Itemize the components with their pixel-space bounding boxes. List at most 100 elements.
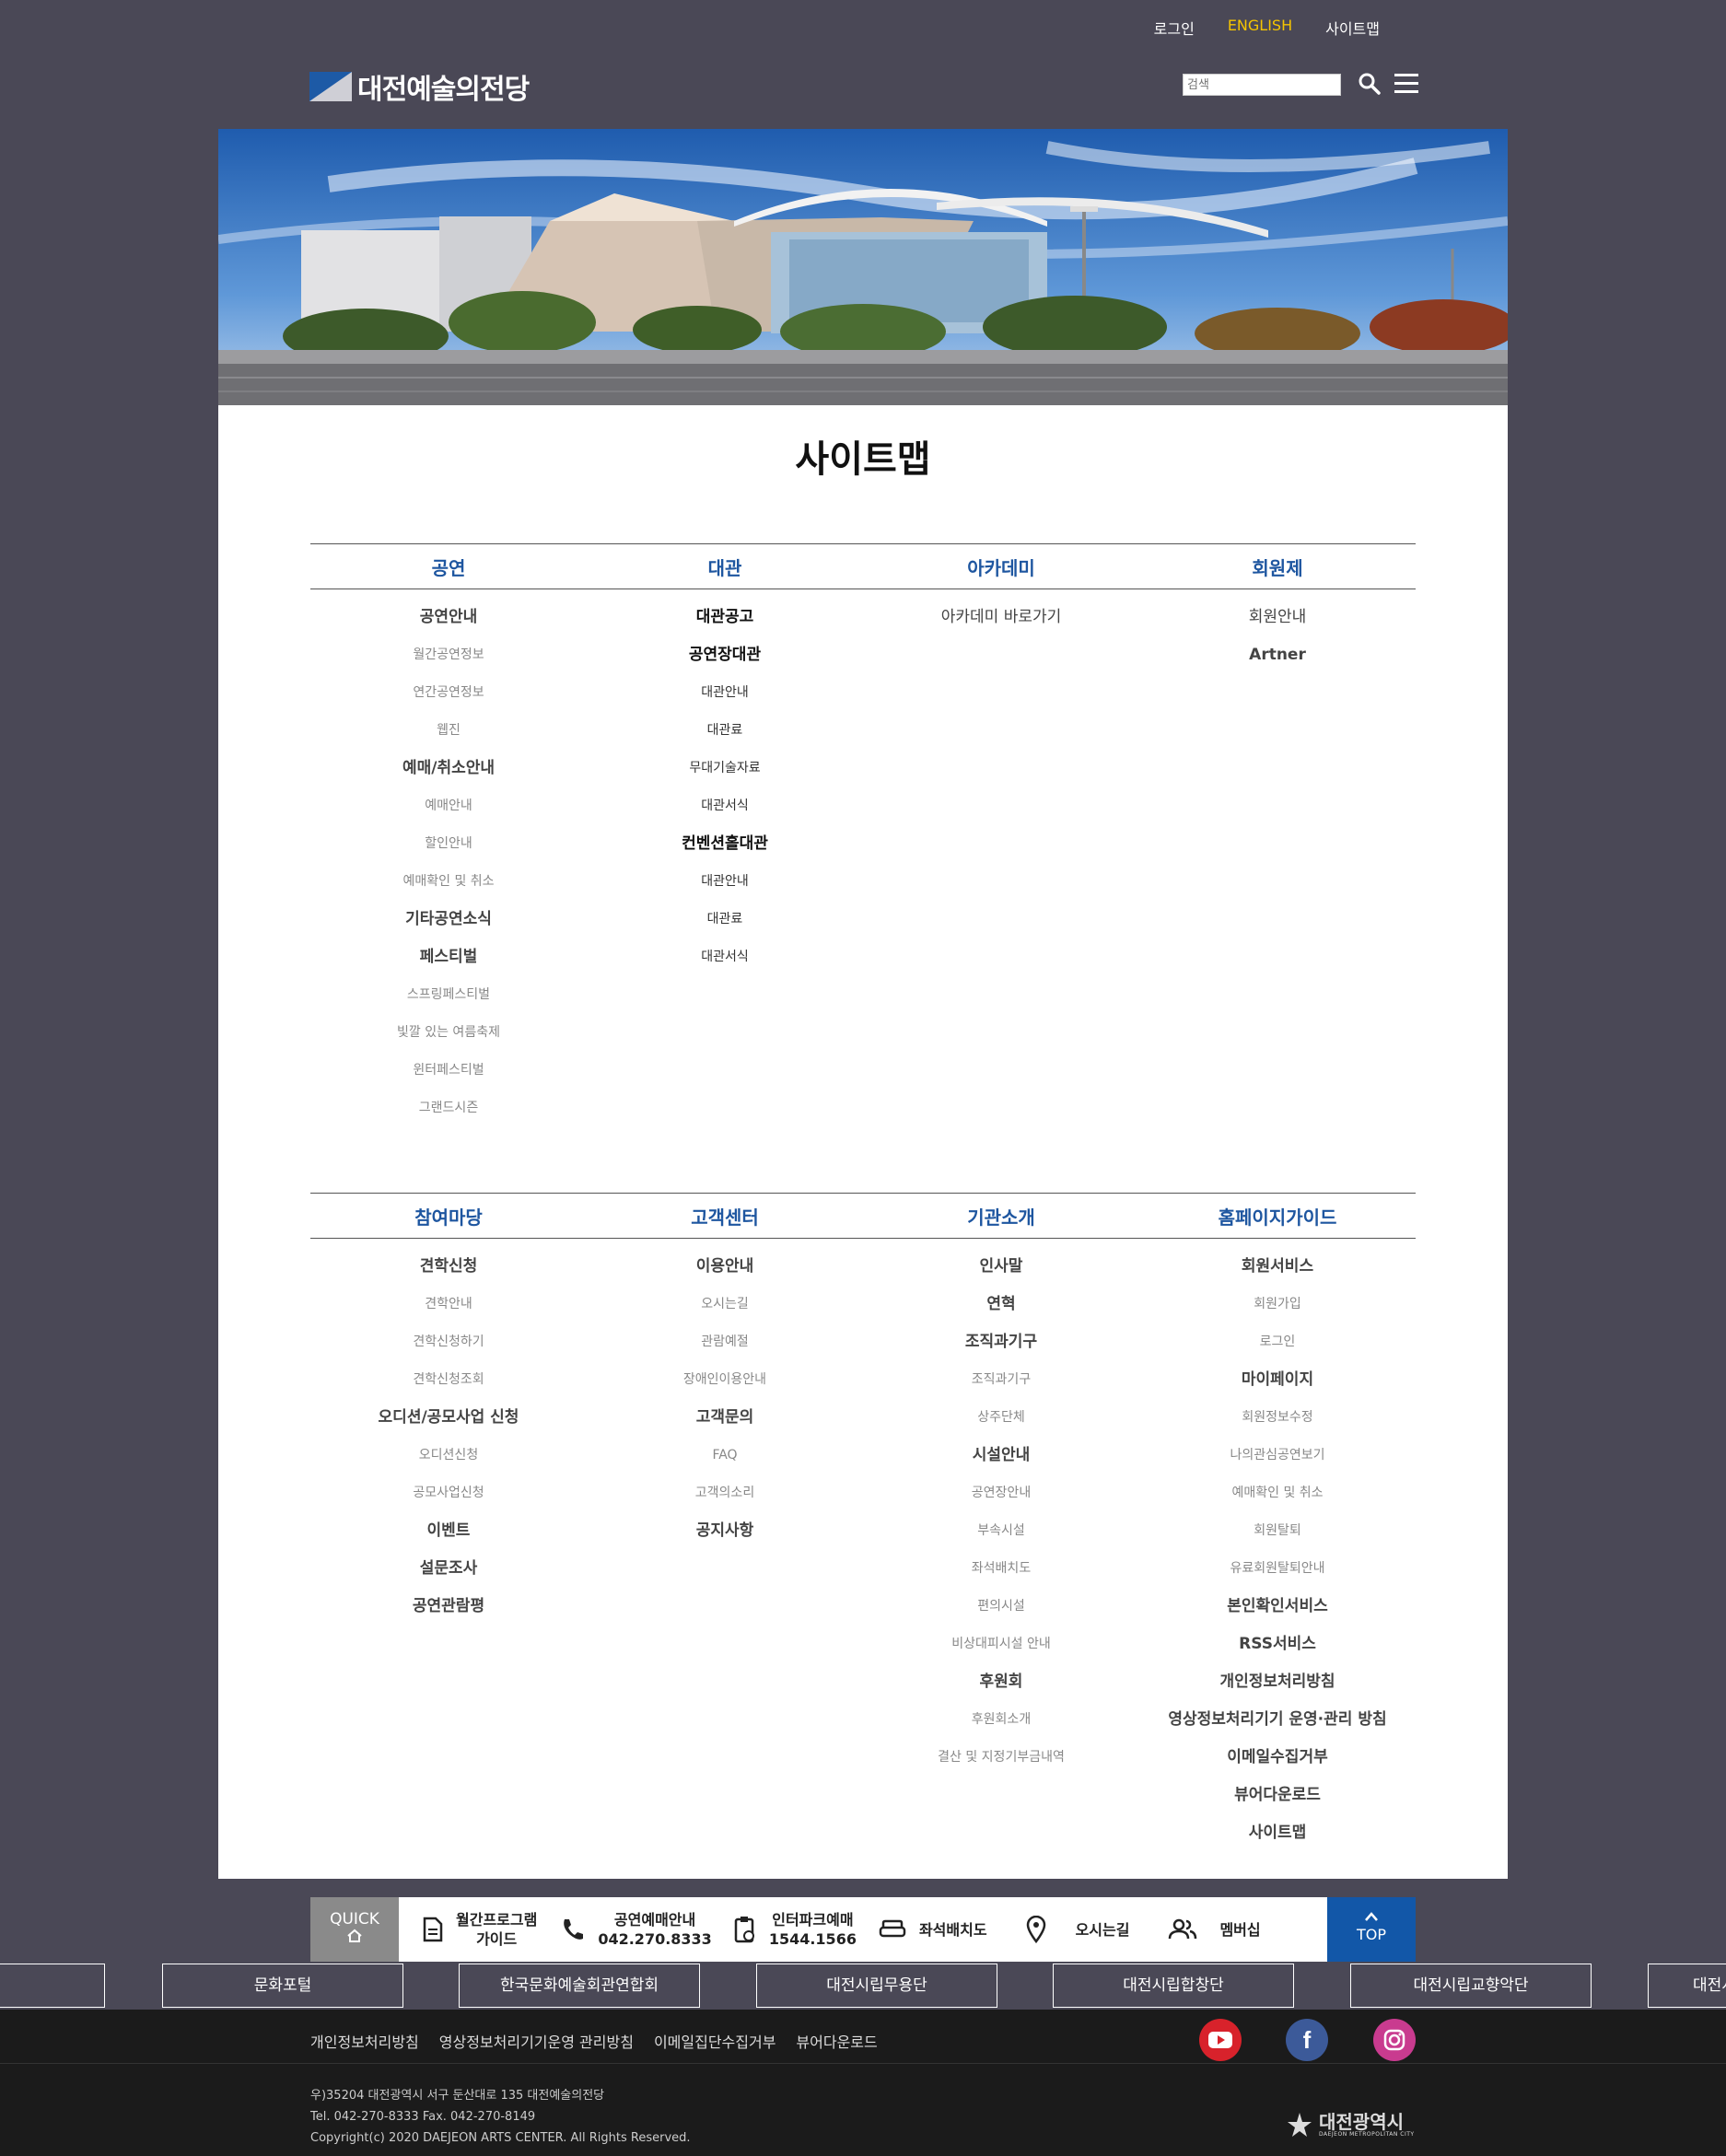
- sitemap-link[interactable]: 관람예절: [701, 1323, 749, 1361]
- sitemap-link[interactable]: 이용안내: [696, 1248, 754, 1286]
- sitemap-link[interactable]: 대관서식: [701, 938, 749, 976]
- sitemap-link[interactable]: 비상대피시설 안내: [951, 1626, 1051, 1663]
- cctv-policy-link[interactable]: 영상정보처리기기운영 관리방침: [439, 2030, 634, 2052]
- sitemap-link[interactable]: 이벤트: [427, 1512, 471, 1550]
- top-button[interactable]: TOP: [1327, 1897, 1416, 1962]
- sitemap-link[interactable]: 공연장대관: [689, 636, 761, 674]
- sitemap-link[interactable]: 견학신청: [420, 1248, 478, 1286]
- sitemap-link[interactable]: 회원안내: [1249, 599, 1307, 636]
- quick-ticket-info[interactable]: 공연예매안내 042.270.8333: [548, 1897, 722, 1962]
- heading-participation[interactable]: 참여마당: [310, 1203, 587, 1230]
- heading-customer-center[interactable]: 고객센터: [587, 1203, 863, 1230]
- instagram-icon[interactable]: [1373, 2019, 1416, 2061]
- sitemap-link[interactable]: 대관안내: [701, 674, 749, 712]
- sitemap-link[interactable]: 유료회원탈퇴안내: [1230, 1550, 1324, 1588]
- sitemap-link[interactable]: 회원정보수정: [1242, 1399, 1312, 1437]
- sitemap-link[interactable]: 대관공고: [696, 599, 754, 636]
- family-site-link[interactable]: 문화포털: [162, 1964, 403, 2008]
- sitemap-link[interactable]: 후원회소개: [972, 1701, 1031, 1739]
- sitemap-link[interactable]: 대관안내: [701, 863, 749, 901]
- sitemap-link[interactable]: 대관료: [707, 712, 743, 750]
- sitemap-link[interactable]: 로그인: [1260, 1323, 1296, 1361]
- sitemap-link[interactable]: 빛깔 있는 여름축제: [397, 1014, 500, 1052]
- sitemap-link[interactable]: 사이트맵: [1249, 1814, 1307, 1852]
- quick-monthly-guide[interactable]: 월간프로그램 가이드: [412, 1897, 548, 1962]
- sitemap-link[interactable]: 오시는길: [701, 1286, 749, 1323]
- family-site-link[interactable]: 대전시립무용단: [756, 1964, 997, 2008]
- quick-interpark[interactable]: 인터파크예매 1544.1566: [723, 1897, 868, 1962]
- heading-performance[interactable]: 공연: [310, 554, 587, 580]
- sitemap-link[interactable]: 공지사항: [696, 1512, 754, 1550]
- quick-directions[interactable]: 오시는길: [1015, 1897, 1141, 1962]
- sitemap-link[interactable]: 기타공연소식: [405, 901, 492, 938]
- sitemap-link[interactable]: 웹진: [437, 712, 461, 750]
- sitemap-link[interactable]: Artner: [1249, 636, 1306, 674]
- sitemap-link[interactable]: 연간공연정보: [413, 674, 484, 712]
- sitemap-link[interactable]: 나의관심공연보기: [1230, 1437, 1324, 1474]
- sitemap-link[interactable]: 회원서비스: [1242, 1248, 1313, 1286]
- family-site-link[interactable]: 대전시립교향악단: [1350, 1964, 1592, 2008]
- sitemap-link[interactable]: 컨벤션홀대관: [682, 825, 768, 863]
- sitemap-link[interactable]: 조직과기구: [965, 1323, 1037, 1361]
- family-site-link[interactable]: 대전시립합창단: [1053, 1964, 1294, 2008]
- sitemap-link[interactable]: 연혁: [986, 1286, 1015, 1323]
- sitemap-link[interactable]: 회원가입: [1254, 1286, 1301, 1323]
- sitemap-link[interactable]: 후원회: [980, 1663, 1023, 1701]
- sitemap-link[interactable]: 고객문의: [696, 1399, 754, 1437]
- sitemap-link[interactable]: 예매안내: [425, 787, 472, 825]
- family-site-link[interactable]: 한국문화예술회관연합회: [459, 1964, 700, 2008]
- heading-about[interactable]: 기관소개: [863, 1203, 1139, 1230]
- heading-membership[interactable]: 회원제: [1139, 554, 1416, 580]
- sitemap-link[interactable]: 스프링페스티벌: [407, 976, 490, 1014]
- sitemap-link[interactable]: 좌석배치도: [972, 1550, 1031, 1588]
- sitemap-link[interactable]: 예매확인 및 취소: [1231, 1474, 1323, 1512]
- quick-membership[interactable]: 멤버십: [1157, 1897, 1271, 1962]
- sitemap-link[interactable]: RSS서비스: [1239, 1626, 1316, 1663]
- viewer-download-link[interactable]: 뷰어다운로드: [796, 2030, 877, 2052]
- sitemap-link[interactable]: 윈터페스티벌: [413, 1052, 484, 1090]
- sitemap-link[interactable]: 사이트맵: [1325, 17, 1380, 39]
- sitemap-link[interactable]: 고객의소리: [695, 1474, 754, 1512]
- quick-seat-map[interactable]: 좌석배치도: [868, 1897, 998, 1962]
- sitemap-link[interactable]: 무대기술자료: [689, 750, 760, 787]
- sitemap-link[interactable]: 할인안내: [425, 825, 472, 863]
- daejeon-city-logo[interactable]: 대전광역시 DAEJEON METROPOLITAN CITY: [1286, 2111, 1415, 2139]
- family-site-link[interactable]: 대전시: [1648, 1964, 1726, 2008]
- sitemap-link[interactable]: 대관서식: [701, 787, 749, 825]
- sitemap-link[interactable]: 마이페이지: [1242, 1361, 1313, 1399]
- sitemap-link[interactable]: 견학신청조회: [413, 1361, 484, 1399]
- sitemap-link[interactable]: 편의시설: [977, 1588, 1025, 1626]
- search-icon[interactable]: [1358, 72, 1382, 96]
- sitemap-link[interactable]: 부속시설: [977, 1512, 1025, 1550]
- sitemap-link[interactable]: 본인확인서비스: [1227, 1588, 1327, 1626]
- sitemap-link[interactable]: 페스티벌: [420, 938, 478, 976]
- sitemap-link[interactable]: 아카데미 바로가기: [941, 599, 1062, 636]
- heading-academy[interactable]: 아카데미: [863, 554, 1139, 580]
- sitemap-link[interactable]: 회원탈퇴: [1254, 1512, 1301, 1550]
- hamburger-menu-icon[interactable]: [1394, 74, 1418, 94]
- sitemap-link[interactable]: 공연관람평: [413, 1588, 484, 1626]
- sitemap-link[interactable]: 상주단체: [977, 1399, 1025, 1437]
- sitemap-link[interactable]: 대관료: [707, 901, 743, 938]
- sitemap-link[interactable]: 그랜드시즌: [419, 1090, 478, 1127]
- sitemap-link[interactable]: 장애인이용안내: [683, 1361, 766, 1399]
- site-logo[interactable]: 대전예술의전당: [309, 66, 530, 107]
- quick-label[interactable]: QUICK: [310, 1897, 399, 1962]
- sitemap-link[interactable]: 공연장안내: [972, 1474, 1031, 1512]
- sitemap-link[interactable]: 월간공연정보: [413, 636, 484, 674]
- family-site-link[interactable]: 역시: [0, 1964, 105, 2008]
- search-input[interactable]: [1183, 74, 1341, 96]
- sitemap-link[interactable]: 뷰어다운로드: [1234, 1777, 1321, 1814]
- sitemap-link[interactable]: 견학신청하기: [413, 1323, 484, 1361]
- facebook-icon[interactable]: f: [1286, 2019, 1328, 2061]
- heading-rental[interactable]: 대관: [587, 554, 863, 580]
- sitemap-link[interactable]: 예매/취소안내: [402, 750, 495, 787]
- sitemap-link[interactable]: 예매확인 및 취소: [402, 863, 494, 901]
- sitemap-link[interactable]: 인사말: [980, 1248, 1023, 1286]
- sitemap-link[interactable]: 공연안내: [420, 599, 478, 636]
- sitemap-link[interactable]: 개인정보처리방침: [1219, 1663, 1335, 1701]
- sitemap-link[interactable]: 공모사업신청: [413, 1474, 484, 1512]
- youtube-icon[interactable]: [1199, 2019, 1242, 2061]
- privacy-policy-link[interactable]: 개인정보처리방침: [310, 2030, 419, 2052]
- sitemap-link[interactable]: 오디션신청: [419, 1437, 478, 1474]
